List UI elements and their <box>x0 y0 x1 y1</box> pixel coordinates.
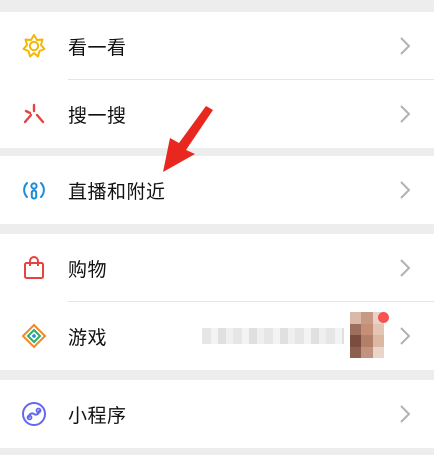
mini-program-icon <box>20 400 48 428</box>
menu-item-games[interactable]: 游戏 <box>0 302 434 370</box>
menu-group-live: 直播和附近 <box>0 156 434 224</box>
chevron-right-icon <box>398 179 412 201</box>
chevron-right-icon <box>398 403 412 425</box>
menu-group-mini-programs: 小程序 <box>0 380 434 448</box>
live-nearby-icon <box>20 176 48 204</box>
menu-group-shop-games: 购物 游戏 <box>0 234 434 370</box>
menu-item-shopping[interactable]: 购物 <box>0 234 434 302</box>
menu-item-label: 游戏 <box>68 326 108 349</box>
menu-item-live-nearby[interactable]: 直播和附近 <box>0 156 434 224</box>
chevron-right-icon <box>398 325 412 347</box>
chevron-right-icon <box>398 103 412 125</box>
notification-dot <box>378 312 389 323</box>
menu-item-mini-programs[interactable]: 小程序 <box>0 380 434 448</box>
menu-item-label: 直播和附近 <box>68 180 166 203</box>
menu-item-label: 看一看 <box>68 36 127 59</box>
menu-item-top-stories[interactable]: 看一看 <box>0 12 434 80</box>
blurred-game-text <box>202 328 344 344</box>
menu-item-label: 购物 <box>68 258 108 281</box>
chevron-right-icon <box>398 35 412 57</box>
search-spark-icon <box>20 100 48 128</box>
menu-item-label: 搜一搜 <box>68 104 127 127</box>
shopping-bag-icon <box>20 254 48 282</box>
menu-item-search[interactable]: 搜一搜 <box>0 80 434 148</box>
top-stories-icon <box>20 32 48 60</box>
menu-item-label: 小程序 <box>68 404 127 427</box>
menu-group-discover: 看一看 搜一搜 <box>0 12 434 148</box>
chevron-right-icon <box>398 257 412 279</box>
game-diamond-icon <box>20 322 48 350</box>
